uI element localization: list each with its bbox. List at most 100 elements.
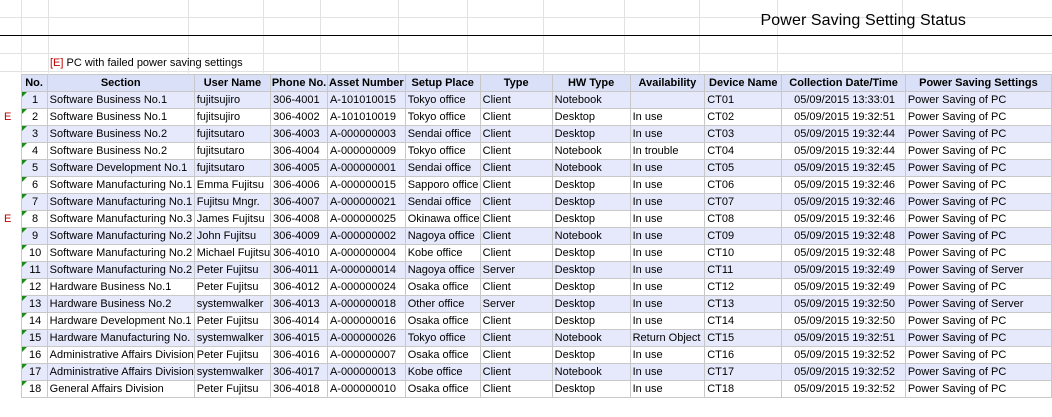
cell-user-name[interactable]: fujitsutaro (193, 125, 272, 143)
cell-section[interactable]: Hardware Business No.2 (46, 295, 195, 313)
cell-phone-no[interactable]: 306-4012 (270, 278, 328, 296)
cell-phone-no[interactable]: 306-4013 (270, 295, 328, 313)
cell-hw-type[interactable]: Notebook (551, 91, 631, 109)
cell-asset-number[interactable]: A-000000025 (326, 210, 406, 228)
cell-phone-no[interactable]: 306-4017 (270, 363, 328, 381)
cell-device-name[interactable]: CT02 (704, 108, 783, 126)
cell-power-saving-settings[interactable]: Power Saving of PC (904, 159, 1052, 177)
cell-no[interactable]: 15 (20, 329, 48, 347)
header-availability[interactable]: Availability (629, 74, 706, 92)
cell-phone-no[interactable]: 306-4001 (270, 91, 328, 109)
sheet-row[interactable] (0, 36, 1052, 54)
cell-no[interactable]: 1 (20, 91, 48, 109)
cell-device-name[interactable]: CT03 (704, 125, 783, 143)
cell-availability[interactable]: In use (629, 159, 706, 177)
cell-setup-place[interactable]: Sendai office (404, 193, 481, 211)
cell-hw-type[interactable]: Notebook (551, 227, 631, 245)
cell-asset-number[interactable]: A-000000024 (326, 278, 406, 296)
cell-type[interactable]: Client (479, 108, 553, 126)
cell-collection-date[interactable]: 05/09/2015 19:32:51 (781, 108, 906, 126)
cell-collection-date[interactable]: 05/09/2015 13:33:01 (781, 91, 906, 109)
cell-user-name[interactable]: Emma Fujitsu (193, 176, 272, 194)
cell-device-name[interactable]: CT11 (704, 261, 783, 279)
cell-section[interactable]: Software Business No.1 (46, 108, 195, 126)
cell-collection-date[interactable]: 05/09/2015 19:32:50 (781, 295, 906, 313)
cell-no[interactable]: 9 (20, 227, 48, 245)
cell-collection-date[interactable]: 05/09/2015 19:32:49 (781, 261, 906, 279)
cell-phone-no[interactable]: 306-4009 (270, 227, 328, 245)
cell-phone-no[interactable]: 306-4011 (270, 261, 328, 279)
cell-setup-place[interactable]: Sapporo office (404, 176, 481, 194)
cell-section[interactable]: Software Business No.2 (46, 142, 195, 160)
cell-setup-place[interactable]: Osaka office (404, 380, 481, 398)
cell-hw-type[interactable]: Desktop (551, 125, 631, 143)
cell-asset-number[interactable]: A-101010019 (326, 108, 406, 126)
cell-availability[interactable]: In use (629, 227, 706, 245)
cell-asset-number[interactable]: A-000000014 (326, 261, 406, 279)
cell-type[interactable]: Client (479, 91, 553, 109)
cell-hw-type[interactable]: Desktop (551, 193, 631, 211)
cell-section[interactable]: Hardware Manufacturing No. (46, 329, 195, 347)
cell-no[interactable]: 18 (20, 380, 48, 398)
cell-no[interactable]: 17 (20, 363, 48, 381)
cell-setup-place[interactable]: Sendai office (404, 159, 481, 177)
cell-hw-type[interactable]: Notebook (551, 159, 631, 177)
cell-device-name[interactable]: CT01 (704, 91, 783, 109)
cell-power-saving-settings[interactable]: Power Saving of PC (904, 380, 1052, 398)
cell-asset-number[interactable]: A-000000013 (326, 363, 406, 381)
cell-setup-place[interactable]: Nagoya office (404, 227, 481, 245)
cell-no[interactable]: 12 (20, 278, 48, 296)
cell-type[interactable]: Server (479, 261, 553, 279)
cell-setup-place[interactable]: Tokyo office (404, 329, 481, 347)
cell-device-name[interactable]: CT04 (704, 142, 783, 160)
cell-user-name[interactable]: fujitsutaro (193, 159, 272, 177)
cell-type[interactable]: Client (479, 346, 553, 364)
cell-device-name[interactable]: CT08 (704, 210, 783, 228)
cell-no[interactable]: 14 (20, 312, 48, 330)
cell-device-name[interactable]: CT05 (704, 159, 783, 177)
cell-phone-no[interactable]: 306-4004 (270, 142, 328, 160)
cell-device-name[interactable]: CT10 (704, 244, 783, 262)
cell-phone-no[interactable]: 306-4015 (270, 329, 328, 347)
cell-availability[interactable]: In use (629, 295, 706, 313)
cell-power-saving-settings[interactable]: Power Saving of PC (904, 125, 1052, 143)
header-hw-type[interactable]: HW Type (551, 74, 631, 92)
cell-asset-number[interactable]: A-000000015 (326, 176, 406, 194)
cell-setup-place[interactable]: Kobe office (404, 244, 481, 262)
cell-collection-date[interactable]: 05/09/2015 19:32:48 (781, 244, 906, 262)
cell-phone-no[interactable]: 306-4007 (270, 193, 328, 211)
cell-no[interactable]: 16 (20, 346, 48, 364)
cell-asset-number[interactable]: A-000000009 (326, 142, 406, 160)
cell-power-saving-settings[interactable]: Power Saving of PC (904, 108, 1052, 126)
cell-power-saving-settings[interactable]: Power Saving of PC (904, 363, 1052, 381)
cell-user-name[interactable]: Peter Fujitsu (193, 261, 272, 279)
cell-no[interactable]: 4 (20, 142, 48, 160)
cell-device-name[interactable]: CT06 (704, 176, 783, 194)
cell-availability[interactable]: In trouble (629, 142, 706, 160)
cell-hw-type[interactable]: Desktop (551, 346, 631, 364)
cell-device-name[interactable]: CT18 (704, 380, 783, 398)
header-collection-date[interactable]: Collection Date/Time (781, 74, 906, 92)
cell-setup-place[interactable]: Kobe office (404, 363, 481, 381)
cell-no[interactable]: 7 (20, 193, 48, 211)
cell-collection-date[interactable]: 05/09/2015 19:32:46 (781, 210, 906, 228)
cell-availability[interactable]: In use (629, 278, 706, 296)
cell-asset-number[interactable]: A-000000010 (326, 380, 406, 398)
cell-asset-number[interactable]: A-101010015 (326, 91, 406, 109)
cell-availability[interactable]: In use (629, 125, 706, 143)
cell-no[interactable]: 11 (20, 261, 48, 279)
cell-hw-type[interactable]: Desktop (551, 312, 631, 330)
cell-type[interactable]: Client (479, 210, 553, 228)
cell-no[interactable]: 13 (20, 295, 48, 313)
cell-section[interactable]: Administrative Affairs Division (46, 363, 195, 381)
cell-asset-number[interactable]: A-000000001 (326, 159, 406, 177)
cell-setup-place[interactable]: Okinawa office (404, 210, 481, 228)
cell-device-name[interactable]: CT17 (704, 363, 783, 381)
cell-asset-number[interactable]: A-000000002 (326, 227, 406, 245)
cell-section[interactable]: Software Business No.1 (46, 91, 195, 109)
cell-hw-type[interactable]: Desktop (551, 210, 631, 228)
cell-availability[interactable]: Return Object (629, 329, 706, 347)
cell-no[interactable]: 5 (20, 159, 48, 177)
cell-hw-type[interactable]: Desktop (551, 176, 631, 194)
cell-hw-type[interactable]: Desktop (551, 380, 631, 398)
